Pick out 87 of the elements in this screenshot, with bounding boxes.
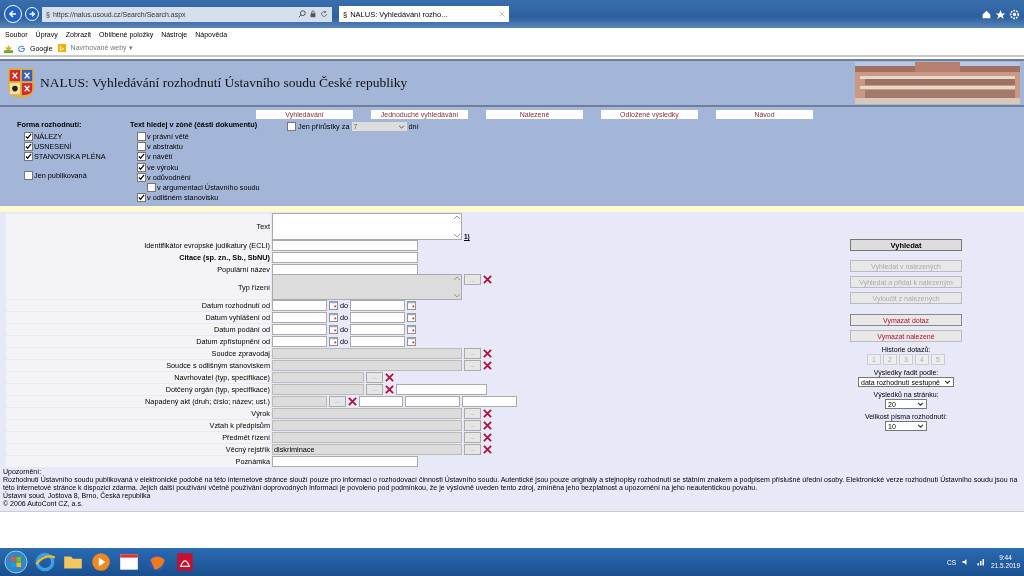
lookup-field[interactable] xyxy=(272,383,364,395)
input-field[interactable] xyxy=(359,395,403,407)
calendar-icon[interactable] xyxy=(329,301,338,310)
checkbox[interactable] xyxy=(137,152,146,162)
network-icon[interactable] xyxy=(976,557,987,567)
date-field[interactable] xyxy=(272,335,327,347)
input-field[interactable] xyxy=(272,251,418,263)
calendar-icon[interactable] xyxy=(407,324,417,334)
lookup-field[interactable] xyxy=(272,347,462,359)
clear-icon[interactable] xyxy=(483,432,492,442)
caret-icon xyxy=(944,380,951,384)
calendar-icon[interactable] xyxy=(329,313,338,322)
lookup-field[interactable] xyxy=(272,395,327,407)
input-field[interactable] xyxy=(272,263,418,275)
date-field[interactable] xyxy=(272,300,327,311)
start-button[interactable] xyxy=(4,550,28,574)
globe-icon[interactable] xyxy=(146,551,168,573)
checkbox[interactable] xyxy=(147,183,156,193)
checkbox[interactable] xyxy=(137,193,146,203)
caret-icon xyxy=(917,402,924,406)
clear-icon[interactable] xyxy=(385,372,394,382)
bing-icon xyxy=(57,44,66,52)
calendar-icon[interactable] xyxy=(407,301,417,310)
clear-icon[interactable] xyxy=(483,360,492,370)
date-field[interactable] xyxy=(272,323,327,335)
lookup-field[interactable] xyxy=(272,419,462,431)
clear-icon[interactable] xyxy=(483,408,492,418)
settings-icon[interactable] xyxy=(1009,8,1020,20)
arrow-right-icon xyxy=(28,10,36,18)
clear-icon[interactable] xyxy=(385,384,394,394)
browser-e-icon[interactable] xyxy=(34,551,56,573)
clear-icon[interactable] xyxy=(483,348,492,358)
date-field[interactable] xyxy=(350,300,406,311)
close-icon[interactable] xyxy=(499,11,505,17)
lock-icon xyxy=(309,10,317,18)
home-icon[interactable] xyxy=(981,8,992,20)
scroll-down-icon[interactable] xyxy=(454,233,460,238)
caret-icon xyxy=(917,424,924,428)
back-button[interactable] xyxy=(4,5,22,23)
scroll-down-icon[interactable] xyxy=(454,294,460,299)
input-field[interactable] xyxy=(405,395,460,407)
page-title: NALUS: Vyhledávání rozhodnutí Ústavního soudu České republiky xyxy=(40,75,408,91)
search-icon[interactable] xyxy=(298,10,306,18)
clear-icon[interactable] xyxy=(348,396,357,406)
refresh-icon[interactable] xyxy=(320,10,328,18)
checkbox[interactable] xyxy=(137,131,146,141)
lookup-field[interactable] xyxy=(272,371,364,383)
clear-icon[interactable] xyxy=(483,275,492,285)
date-field[interactable] xyxy=(350,323,406,335)
text-area[interactable] xyxy=(272,212,462,240)
checkbox[interactable] xyxy=(24,141,33,151)
arrow-left-icon xyxy=(8,9,18,19)
checkbox[interactable] xyxy=(137,141,146,151)
favorites-icon[interactable] xyxy=(4,43,13,53)
scroll-up-icon[interactable] xyxy=(454,214,460,219)
checkbox[interactable] xyxy=(287,122,296,131)
google-icon xyxy=(18,44,25,52)
list-field[interactable] xyxy=(272,274,462,301)
lookup-field[interactable] xyxy=(272,407,462,419)
input-field[interactable] xyxy=(396,383,487,395)
pdf-icon[interactable] xyxy=(174,551,196,573)
clear-icon[interactable] xyxy=(483,444,492,454)
clear-icon[interactable] xyxy=(483,420,492,430)
lookup-field[interactable] xyxy=(272,359,462,371)
checkbox[interactable] xyxy=(24,170,33,180)
input-field[interactable] xyxy=(272,239,418,251)
input-field[interactable] xyxy=(462,395,517,407)
scroll-up-icon[interactable] xyxy=(454,276,460,281)
forward-button[interactable] xyxy=(25,7,39,21)
checkbox[interactable] xyxy=(24,131,33,141)
caret-icon xyxy=(397,124,405,129)
media-player-icon[interactable] xyxy=(90,551,112,573)
calendar-icon[interactable] xyxy=(329,336,338,346)
calendar-icon[interactable] xyxy=(407,336,417,346)
app-window-icon[interactable] xyxy=(118,551,140,573)
date-field[interactable] xyxy=(350,335,406,347)
calendar-icon[interactable] xyxy=(329,324,338,334)
checkbox[interactable] xyxy=(24,152,33,162)
star-icon[interactable] xyxy=(995,8,1006,20)
checkbox[interactable] xyxy=(137,172,146,182)
input-field[interactable] xyxy=(272,455,418,467)
date-field[interactable] xyxy=(272,312,327,323)
calendar-icon[interactable] xyxy=(407,313,417,322)
checkbox[interactable] xyxy=(137,162,146,172)
lookup-field[interactable] xyxy=(272,431,462,443)
coat-of-arms-icon xyxy=(7,67,35,99)
date-field[interactable] xyxy=(350,312,406,323)
